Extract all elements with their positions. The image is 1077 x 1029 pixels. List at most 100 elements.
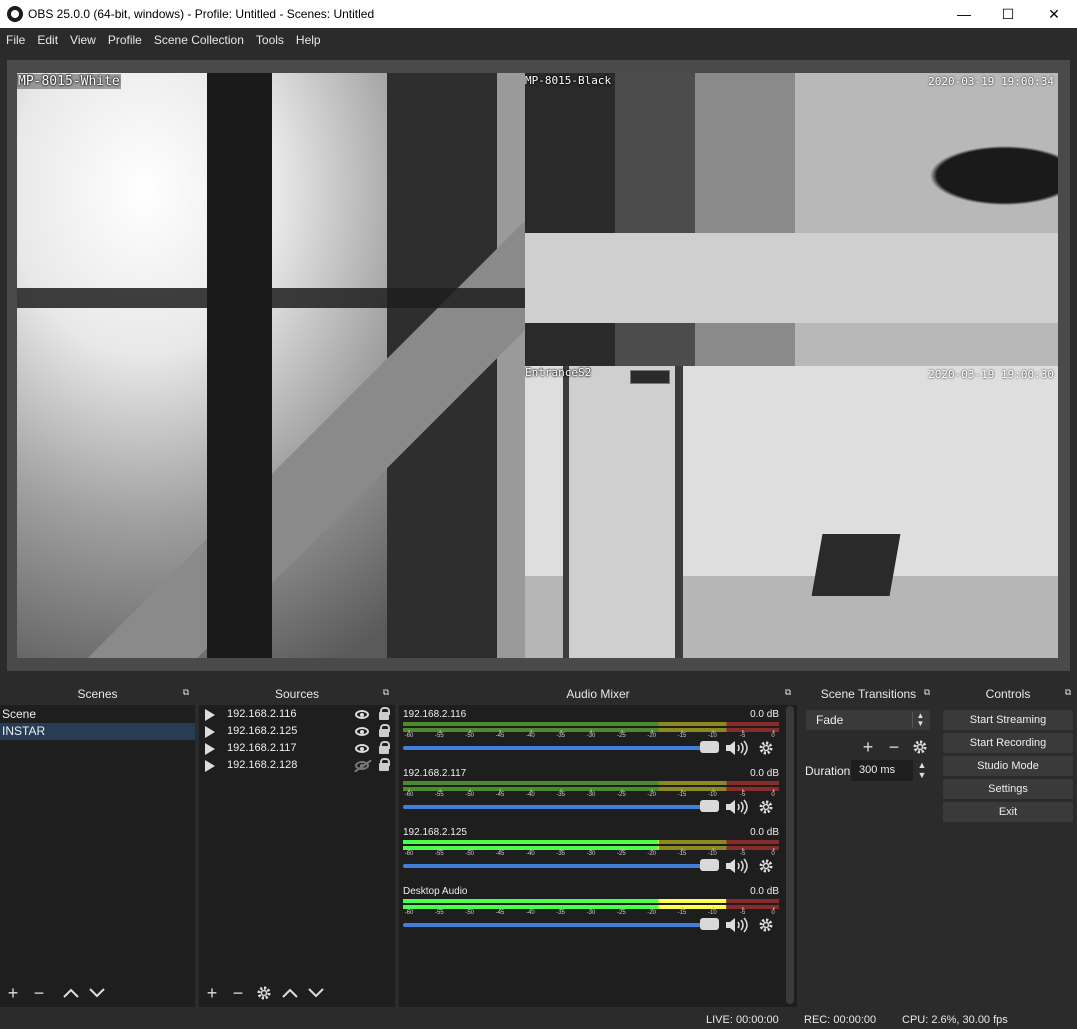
camera-feed-mp8015-white: MP-8015-White <box>17 73 525 658</box>
obs-logo-icon <box>7 6 23 22</box>
float-dock-icon[interactable]: ⧉ <box>783 688 793 697</box>
eye-hidden-icon[interactable] <box>355 761 369 770</box>
menu-view[interactable]: View <box>64 28 102 52</box>
float-dock-icon[interactable]: ⧉ <box>181 688 191 697</box>
source-item[interactable]: 192.168.2.128 <box>199 757 395 774</box>
gear-icon[interactable] <box>758 858 774 874</box>
volume-slider-handle[interactable] <box>700 859 719 871</box>
speaker-icon[interactable] <box>725 740 749 756</box>
transition-tools: + − <box>857 736 931 758</box>
menu-profile[interactable]: Profile <box>102 28 148 52</box>
volume-slider-handle[interactable] <box>700 918 719 930</box>
menu-edit[interactable]: Edit <box>31 28 64 52</box>
scenes-title: Scenes <box>77 687 118 701</box>
play-icon <box>205 709 215 721</box>
scene-item[interactable]: Scene <box>0 706 195 723</box>
channel-name: 192.168.2.117 <box>403 768 467 779</box>
channel-db: 0.0 dB <box>750 886 779 897</box>
scale-tick-label: -5 <box>739 848 746 857</box>
meter-scale: -60 -55 -50 -45 -40 -35 -30 -25 -20 -15 -10 -5 0 <box>403 789 779 802</box>
volume-slider-handle[interactable] <box>700 800 719 812</box>
move-down-icon[interactable] <box>84 982 110 1004</box>
lock-icon[interactable] <box>379 758 390 771</box>
volume-slider-handle[interactable] <box>700 741 719 753</box>
source-name: 192.168.2.117 <box>227 742 297 754</box>
duration-input[interactable]: 300 ms <box>851 760 913 781</box>
eye-icon[interactable] <box>355 727 369 736</box>
volume-slider[interactable] <box>403 746 719 750</box>
preview-canvas[interactable]: MP-8015-White MP-8015-Black 2020-03-19 1… <box>7 60 1070 671</box>
scale-tick-label: -15 <box>677 848 687 857</box>
controls-title: Controls <box>985 687 1031 701</box>
scale-tick-label: -45 <box>495 789 505 798</box>
play-icon <box>205 743 215 755</box>
remove-source-button[interactable]: − <box>225 982 251 1004</box>
gear-icon[interactable] <box>758 740 774 756</box>
scale-tick-label: -40 <box>525 789 535 798</box>
close-button[interactable]: ✕ <box>1031 0 1077 28</box>
source-properties-gear-icon[interactable] <box>251 982 277 1004</box>
speaker-icon[interactable] <box>725 799 749 815</box>
eye-icon[interactable] <box>355 710 369 719</box>
scale-tick-label: -60 <box>404 730 414 739</box>
menu-tools[interactable]: Tools <box>250 28 290 52</box>
volume-meter-left <box>403 722 779 726</box>
scale-tick-label: -50 <box>465 907 474 916</box>
duration-spin-icon[interactable]: ▲ ▼ <box>915 760 929 781</box>
transition-select[interactable]: Fade ▲ ▼ <box>806 710 930 730</box>
scale-tick-label: -15 <box>677 907 687 916</box>
volume-slider[interactable] <box>403 864 719 868</box>
move-down-icon[interactable] <box>303 982 329 1004</box>
start-recording-button[interactable]: Start Recording <box>943 733 1073 753</box>
source-item[interactable]: 192.168.2.116 <box>199 706 395 723</box>
settings-button[interactable]: Settings <box>943 779 1073 799</box>
menu-help[interactable]: Help <box>290 28 327 52</box>
scale-tick-label: -35 <box>556 907 565 916</box>
source-item[interactable]: 192.168.2.125 <box>199 723 395 740</box>
remove-scene-button[interactable]: − <box>26 982 52 1004</box>
studio-mode-button[interactable]: Studio Mode <box>943 756 1073 776</box>
maximize-button[interactable]: ☐ <box>985 0 1031 28</box>
move-up-icon[interactable] <box>277 982 303 1004</box>
speaker-icon[interactable] <box>725 858 749 874</box>
add-transition-button[interactable]: + <box>857 736 879 758</box>
transition-properties-gear-icon[interactable] <box>909 736 931 758</box>
add-source-button[interactable]: + <box>199 982 225 1004</box>
start-streaming-button[interactable]: Start Streaming <box>943 710 1073 730</box>
gear-icon[interactable] <box>758 917 774 933</box>
dock-title: Scene Transitions ⧉ <box>801 684 936 705</box>
lock-icon[interactable] <box>379 724 390 737</box>
scale-tick-label: -50 <box>465 789 474 798</box>
volume-slider[interactable] <box>403 805 719 809</box>
lock-icon[interactable] <box>379 741 390 754</box>
volume-slider[interactable] <box>403 923 719 927</box>
remove-transition-button[interactable]: − <box>883 736 905 758</box>
scene-item-selected[interactable]: INSTAR <box>0 723 195 740</box>
play-icon <box>205 726 215 738</box>
stool <box>811 534 901 596</box>
menu-file[interactable]: File <box>0 28 31 52</box>
float-dock-icon[interactable]: ⧉ <box>922 688 932 697</box>
minimize-button[interactable]: — <box>941 0 987 28</box>
scale-tick-label: -45 <box>495 730 505 739</box>
move-up-icon[interactable] <box>58 982 84 1004</box>
add-scene-button[interactable]: + <box>0 982 26 1004</box>
menu-scene-collection[interactable]: Scene Collection <box>148 28 250 52</box>
scale-tick-label: -55 <box>434 730 444 739</box>
eye-icon[interactable] <box>355 744 369 753</box>
scale-tick-label: -15 <box>677 730 687 739</box>
speaker-icon[interactable] <box>725 917 749 933</box>
exit-button[interactable]: Exit <box>943 802 1073 822</box>
float-dock-icon[interactable]: ⧉ <box>381 688 391 697</box>
camera-timestamp: 2020-03-19 19:00:30 <box>928 368 1054 381</box>
lock-icon[interactable] <box>379 707 390 720</box>
float-dock-icon[interactable]: ⧉ <box>1063 688 1073 697</box>
meter-level <box>403 905 727 909</box>
status-bar: LIVE: 00:00:00 REC: 00:00:00 CPU: 2.6%, … <box>0 1010 1077 1029</box>
gear-icon[interactable] <box>758 799 774 815</box>
mixer-scrollbar[interactable] <box>786 706 794 1004</box>
mixer-channel: Desktop Audio 0.0 dB -60 -55 -50 -45 -40 -35 -30… <box>403 886 779 944</box>
source-item[interactable]: 192.168.2.117 <box>199 740 395 757</box>
sources-toolbar: + − <box>199 981 395 1005</box>
mixer-channel: 192.168.2.117 0.0 dB -60 -55 -50 -45 -40 -35 -30… <box>403 768 779 826</box>
